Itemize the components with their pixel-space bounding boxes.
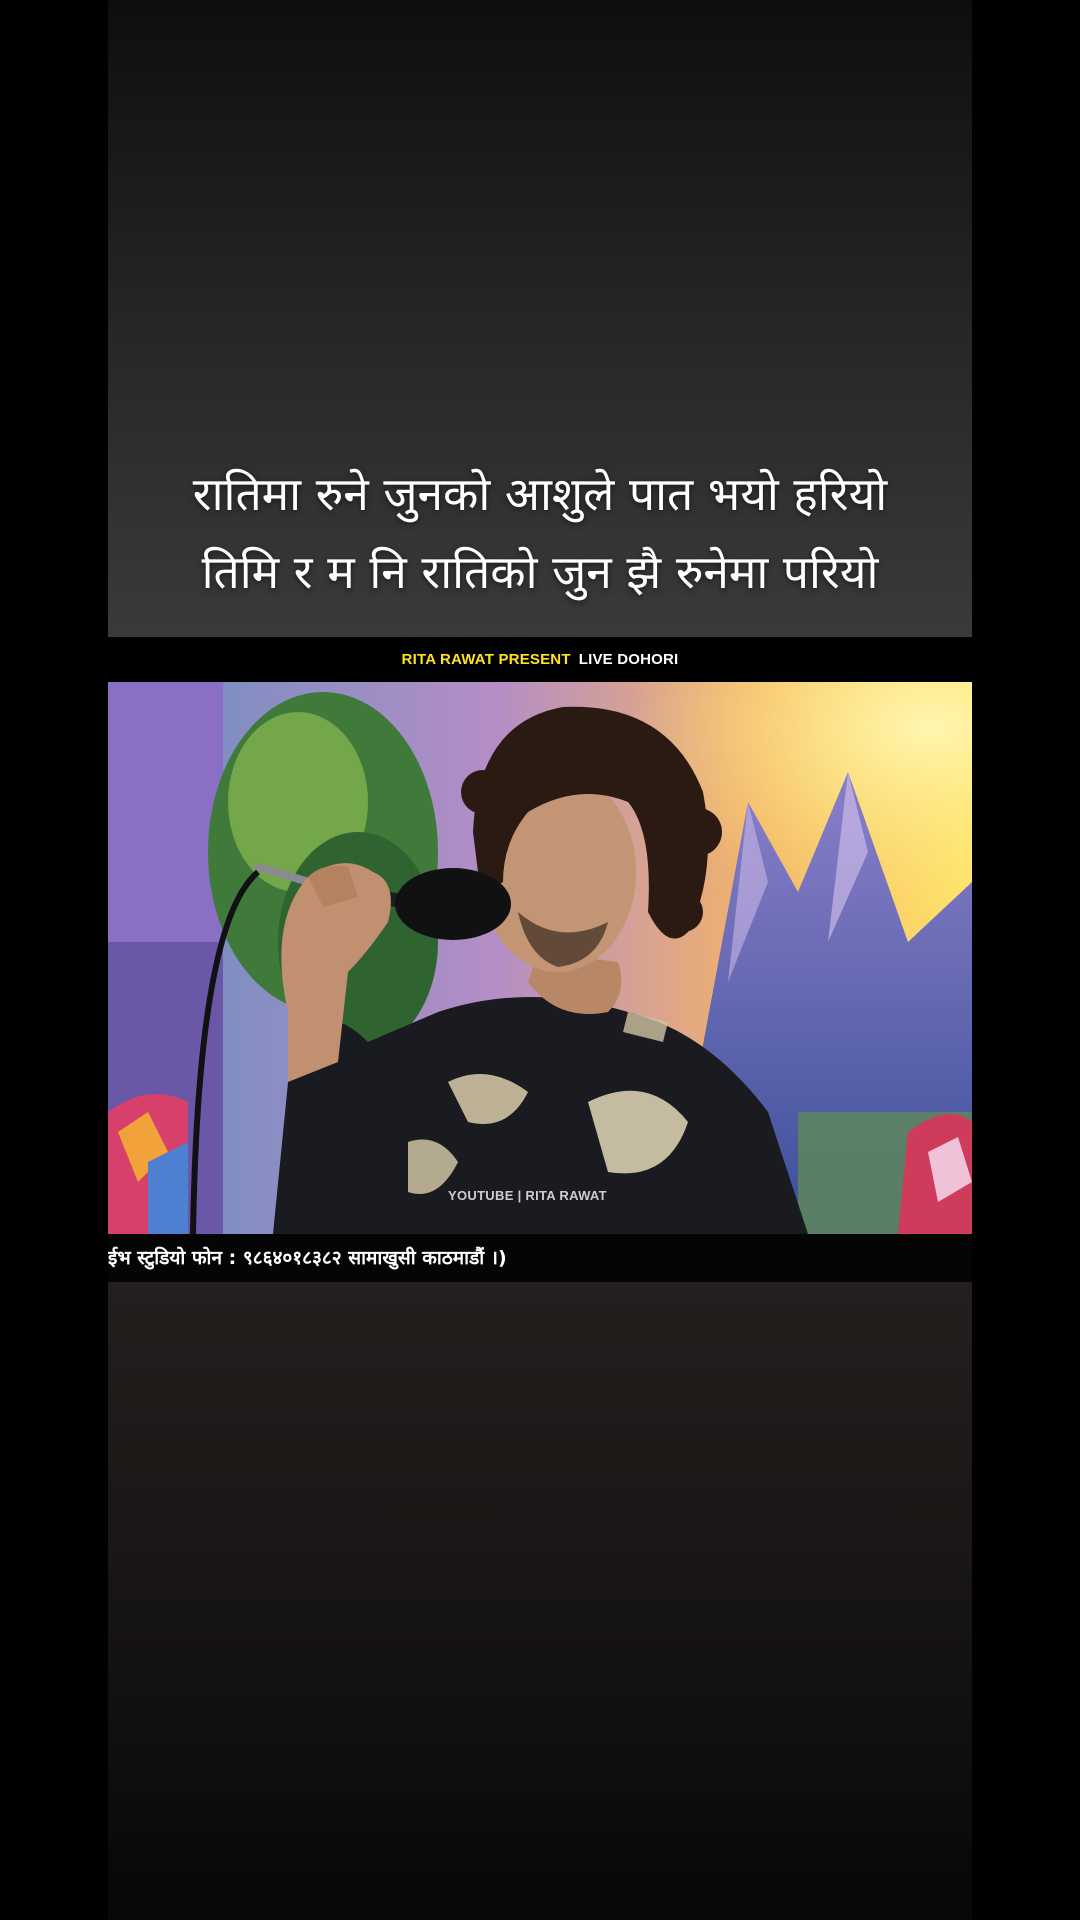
- phone-screen: रातिमा रुने जुनको आशुले पात भयो हरियो ति…: [0, 0, 1080, 1920]
- info-ticker: ईभ स्टुडियो फोन : ९८६४०१८३८२ सामाखुसी का…: [108, 1234, 972, 1282]
- lyrics-panel: रातिमा रुने जुनको आशुले पात भयो हरियो ति…: [108, 0, 972, 637]
- youtube-watermark: YOUTUBE | RITA RAWAT: [448, 1188, 607, 1203]
- lyric-line-1: रातिमा रुने जुनको आशुले पात भयो हरियो: [192, 467, 888, 521]
- video-frame[interactable]: YOUTUBE | RITA RAWAT: [108, 682, 972, 1234]
- presenter-label: RITA RAWAT PRESENT: [401, 651, 571, 668]
- video-header: RITA RAWAT PRESENT LIVE DOHORI: [108, 637, 972, 682]
- lyric-line-2: तिमि र म नि रातिको जुन झै रुनेमा परियो: [201, 545, 879, 599]
- bottom-panel: [108, 1282, 972, 1920]
- reel-content[interactable]: रातिमा रुने जुनको आशुले पात भयो हरियो ति…: [108, 0, 972, 1920]
- ticker-text: ईभ स्टुडियो फोन : ९८६४०१८३८२ सामाखुसी का…: [108, 1247, 507, 1269]
- singer-performance-image: [108, 682, 972, 1234]
- show-label: LIVE DOHORI: [578, 651, 679, 668]
- video-embed[interactable]: RITA RAWAT PRESENT LIVE DOHORI YOUTUBE |…: [108, 637, 972, 1282]
- lyrics-caption: रातिमा रुने जुनको आशुले पात भयो हरियो ति…: [108, 455, 972, 611]
